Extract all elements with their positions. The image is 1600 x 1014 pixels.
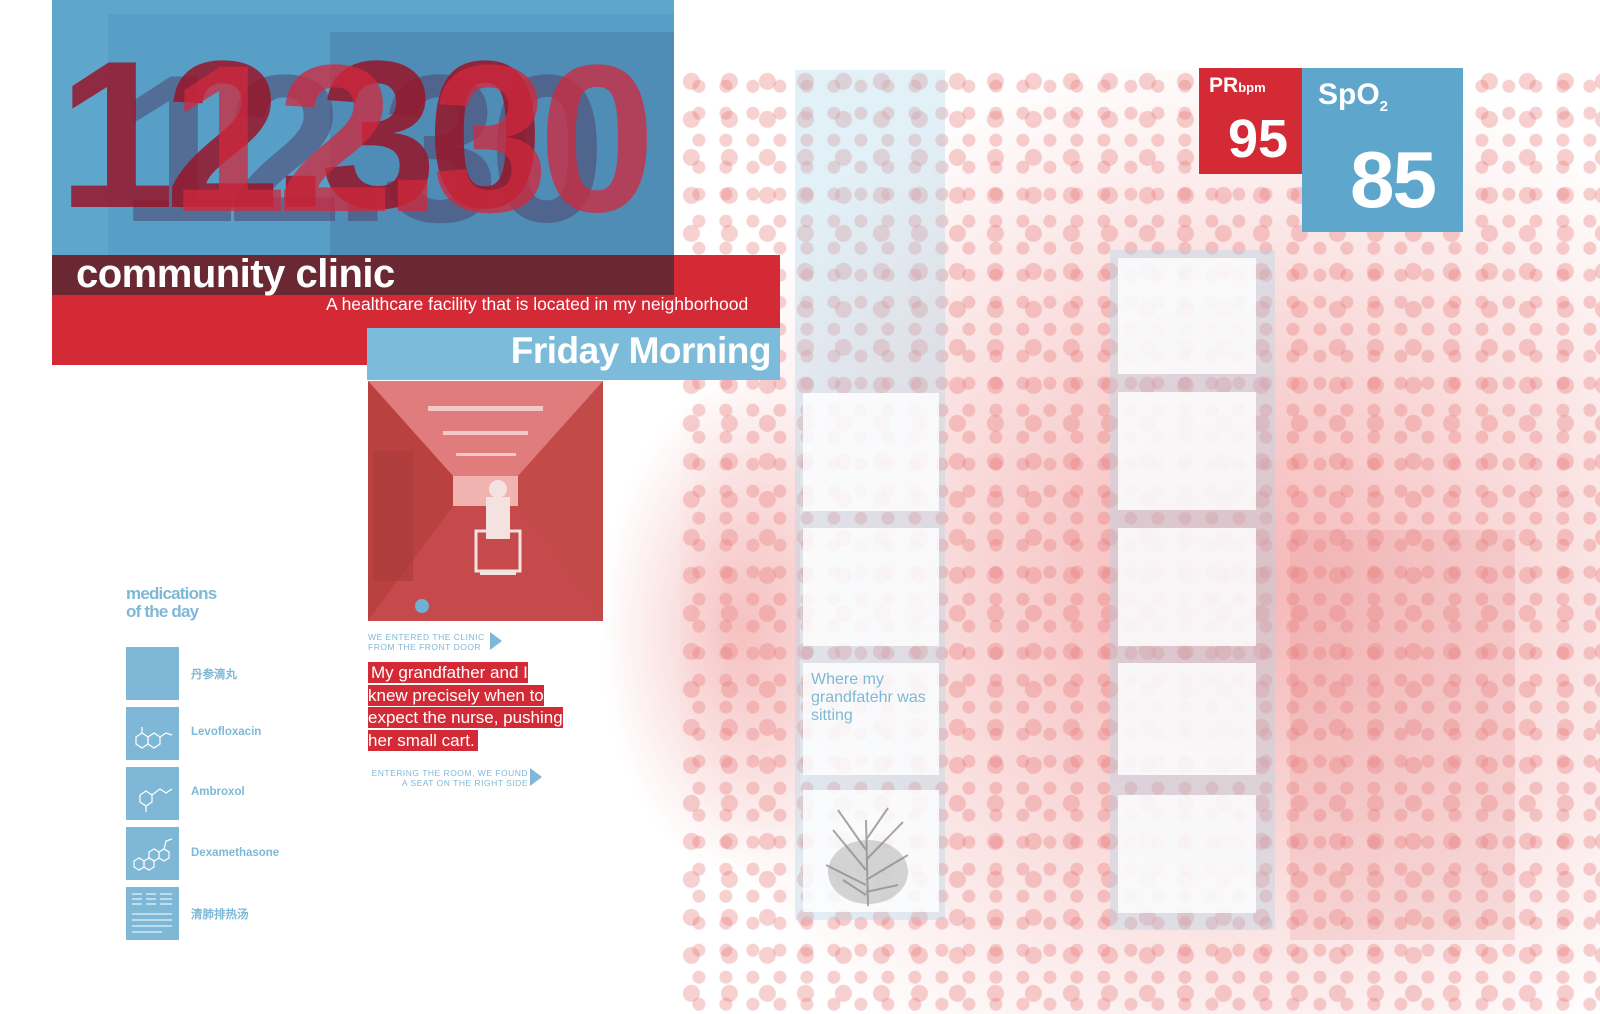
pulse-rate-label: PRbpm [1209, 74, 1266, 98]
pulse-rate-value: 95 [1228, 109, 1289, 169]
medication-name: 清肺排热汤 [191, 909, 249, 921]
medication-name: Levofloxacin [191, 726, 262, 738]
spo2-label: SpO2 [1318, 78, 1388, 115]
window-right-1 [1118, 258, 1256, 374]
pulse-rate-name: PR [1209, 74, 1239, 97]
spo2-value: 85 [1350, 135, 1437, 224]
caption-room: ENTERING THE ROOM, WE FOUND A SEAT ON TH… [371, 768, 528, 788]
caption-entry: WE ENTERED THE CLINIC FROM THE FRONT DOO… [368, 632, 485, 652]
time-display: 12.30 [170, 21, 656, 256]
molecule-icon [126, 767, 179, 820]
clinic-hallway-photo [368, 381, 603, 621]
page-subtitle: A healthcare facility that is located in… [326, 294, 749, 314]
window-right-4 [1118, 663, 1256, 775]
medication-name: Dexamethasone [191, 847, 280, 859]
room-note: Where my grandfatehr was sitting [811, 671, 926, 724]
molecule-icon [126, 707, 179, 760]
medications-title: medications of the day [126, 584, 217, 621]
pulse-rate-unit: bpm [1238, 80, 1266, 95]
arrow-right-icon [530, 768, 542, 786]
molecule-icon [126, 827, 179, 880]
window-right-5 [1118, 795, 1256, 913]
bubble-texture-middle [600, 380, 800, 880]
medications-title-line2: of the day [126, 602, 199, 621]
window-right-3 [1118, 528, 1256, 646]
spo2-subscript: 2 [1379, 98, 1389, 115]
label-icon [126, 887, 179, 940]
arrow-right-icon [490, 632, 502, 650]
window-right-2 [1118, 392, 1256, 510]
medication-name: 丹参滴丸 [191, 669, 237, 681]
medications-title-line1: medications [126, 584, 217, 603]
window-left-2 [803, 528, 939, 646]
quote-text: My grandfather and I knew precisely when… [368, 662, 563, 751]
plant-image [808, 800, 933, 908]
story-quote: My grandfather and I knew precisely when… [368, 662, 568, 752]
page-title: community clinic [76, 252, 395, 296]
window-left-1 [803, 393, 939, 511]
day-label: Friday Morning [510, 330, 772, 371]
label-icon [126, 647, 179, 700]
spo2-name: SpO [1318, 78, 1380, 111]
room-panel-far-right [1290, 530, 1515, 940]
medication-name: Ambroxol [191, 786, 245, 798]
